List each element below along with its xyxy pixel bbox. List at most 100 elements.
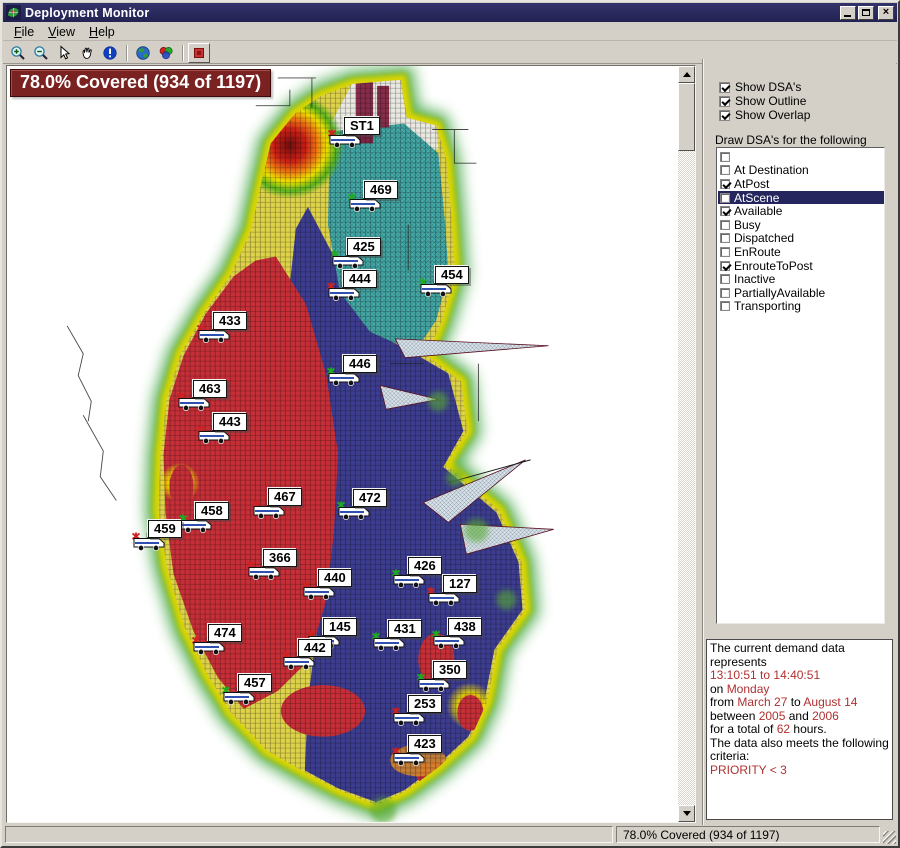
- unit-marker-474[interactable]: 474: [191, 624, 242, 656]
- unit-marker-454[interactable]: 454: [418, 266, 469, 298]
- dsa-status-list[interactable]: At Destination AtPost AtScene Available …: [716, 147, 885, 624]
- dsa-list-label: Draw DSA's for the following: [715, 133, 867, 147]
- list-item-enroute[interactable]: EnRoute: [718, 245, 884, 259]
- unit-marker-467[interactable]: 467: [251, 488, 302, 520]
- pan-hand-icon[interactable]: [76, 43, 98, 63]
- unit-marker-443[interactable]: 443: [196, 413, 247, 445]
- checkbox-icon[interactable]: [720, 206, 730, 217]
- checkbox-show-overlap[interactable]: Show Overlap: [719, 108, 810, 122]
- unit-marker-458[interactable]: 458: [178, 502, 229, 534]
- unit-label: 366: [263, 549, 297, 567]
- checkbox-icon[interactable]: [719, 95, 730, 107]
- info-line: between 2005 and 2006: [710, 708, 839, 723]
- info-line: 13:10:51 to 14:40:51: [710, 668, 821, 682]
- checkbox-icon[interactable]: [720, 260, 730, 271]
- unit-marker-145[interactable]: 145: [306, 618, 357, 650]
- scroll-down-icon[interactable]: [678, 805, 695, 822]
- unit-marker-431[interactable]: 431: [371, 620, 422, 652]
- unit-marker-442[interactable]: 442: [281, 639, 332, 671]
- checkbox-icon[interactable]: [720, 178, 730, 189]
- checkbox-show-dsa-s[interactable]: Show DSA's: [719, 80, 810, 94]
- menu-file[interactable]: File: [7, 24, 41, 40]
- unit-marker-st1[interactable]: ST1: [327, 117, 380, 149]
- unit-marker-253[interactable]: 253: [391, 695, 442, 727]
- list-item-dispatched[interactable]: Dispatched: [718, 231, 884, 245]
- unit-label: 423: [408, 735, 442, 753]
- draw-dsa-toggle-icon[interactable]: [188, 42, 210, 63]
- unit-marker-440[interactable]: 440: [301, 569, 352, 601]
- map-vertical-scrollbar[interactable]: [678, 66, 695, 822]
- unit-label: 446: [343, 355, 377, 373]
- unit-marker-426[interactable]: 426: [391, 557, 442, 589]
- scrollbar-thumb[interactable]: [678, 83, 695, 151]
- unit-label: 467: [268, 488, 302, 506]
- zoom-out-icon[interactable]: [30, 43, 52, 63]
- list-item-label: EnrouteToPost: [734, 258, 813, 273]
- unit-label: 443: [213, 413, 247, 431]
- status-pane-left: [5, 826, 613, 843]
- unit-marker-425[interactable]: 425: [330, 238, 381, 270]
- checkbox-icon[interactable]: [720, 301, 730, 312]
- unit-marker-350[interactable]: 350: [416, 661, 467, 693]
- unit-marker-446[interactable]: 446: [326, 355, 377, 387]
- checkbox-icon[interactable]: [720, 274, 730, 285]
- list-item-at destination[interactable]: At Destination: [718, 163, 884, 177]
- info-line: The data also meets the following criter…: [710, 735, 889, 763]
- checkbox-show-outline[interactable]: Show Outline: [719, 94, 810, 108]
- list-item-atpost[interactable]: AtPost: [718, 177, 884, 191]
- unit-marker-444[interactable]: 444: [326, 270, 377, 302]
- checkbox-icon[interactable]: [720, 246, 730, 257]
- list-item-atscene[interactable]: AtScene: [718, 191, 884, 205]
- unit-label: 463: [193, 380, 227, 398]
- close-button[interactable]: ×: [878, 5, 894, 20]
- identify-info-icon[interactable]: [99, 43, 121, 63]
- unit-label: 350: [433, 661, 467, 679]
- unit-marker-127[interactable]: 127: [426, 575, 477, 607]
- list-item-available[interactable]: Available: [718, 204, 884, 218]
- unit-label: 440: [318, 569, 352, 587]
- checkbox-icon[interactable]: [719, 81, 730, 93]
- list-item-blank[interactable]: [718, 150, 884, 164]
- minimize-button[interactable]: [840, 5, 856, 20]
- titlebar[interactable]: Deployment Monitor ×: [3, 3, 897, 22]
- unit-marker-438[interactable]: 438: [431, 618, 482, 650]
- checkbox-icon[interactable]: [720, 219, 730, 230]
- list-item-enroutetopost[interactable]: EnrouteToPost: [718, 259, 884, 273]
- menu-help[interactable]: Help: [82, 24, 122, 40]
- status-bar: 78.0% Covered (934 of 1197): [3, 825, 897, 845]
- unit-marker-459[interactable]: 459: [131, 520, 182, 552]
- coverage-badge: 78.0% Covered (934 of 1197): [10, 69, 272, 97]
- unit-marker-469[interactable]: 469: [347, 181, 398, 213]
- info-line: The current demand data represents: [710, 641, 845, 669]
- unit-label: 444: [343, 270, 377, 288]
- unit-label: 459: [148, 520, 182, 538]
- checkbox-icon[interactable]: [720, 165, 730, 176]
- unit-marker-457[interactable]: 457: [221, 674, 272, 706]
- menu-view[interactable]: View: [41, 24, 82, 40]
- list-item-inactive[interactable]: Inactive: [718, 272, 884, 286]
- unit-marker-423[interactable]: 423: [391, 735, 442, 767]
- list-item-busy[interactable]: Busy: [718, 218, 884, 232]
- unit-marker-472[interactable]: 472: [336, 489, 387, 521]
- unit-marker-366[interactable]: 366: [246, 549, 297, 581]
- globe-icon[interactable]: [132, 43, 154, 63]
- info-line: PRIORITY < 3: [710, 762, 787, 777]
- checkbox-icon[interactable]: [720, 192, 730, 203]
- select-cursor-icon[interactable]: [53, 43, 75, 63]
- list-item-partiallyavailable[interactable]: PartiallyAvailable: [718, 286, 884, 300]
- maximize-button[interactable]: [858, 5, 874, 20]
- scroll-up-icon[interactable]: [678, 66, 695, 83]
- map-viewport[interactable]: 78.0% Covered (934 of 1197) ST1 469 425 …: [7, 66, 678, 822]
- demand-info-panel: The current demand data represents 13:10:…: [706, 639, 893, 820]
- checkbox-icon[interactable]: [720, 287, 730, 298]
- checkbox-icon[interactable]: [720, 151, 730, 162]
- unit-label: 454: [435, 266, 469, 284]
- list-item-transporting[interactable]: Transporting: [718, 299, 884, 313]
- checkbox-icon[interactable]: [719, 109, 730, 121]
- unit-marker-463[interactable]: 463: [176, 380, 227, 412]
- zoom-in-icon[interactable]: [7, 43, 29, 63]
- resize-grip[interactable]: [883, 831, 896, 844]
- unit-marker-433[interactable]: 433: [196, 312, 247, 344]
- checkbox-icon[interactable]: [720, 233, 730, 244]
- layers-icon[interactable]: [155, 43, 177, 63]
